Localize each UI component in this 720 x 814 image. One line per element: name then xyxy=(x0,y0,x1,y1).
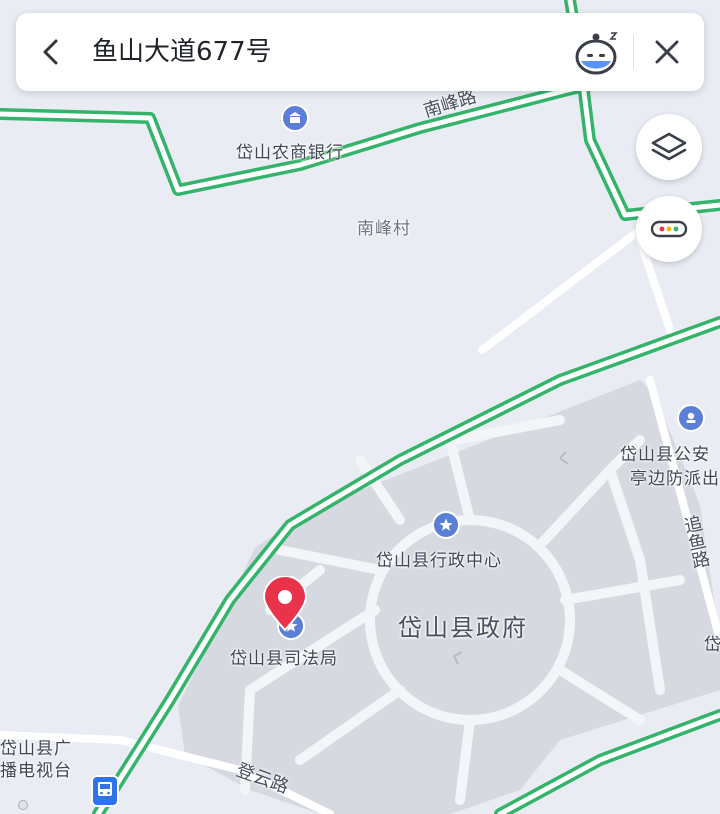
place-label-village[interactable]: 南峰村 xyxy=(357,214,411,239)
voice-assistant-icon[interactable] xyxy=(572,27,620,75)
place-label-police-line1[interactable]: 岱山县公安 xyxy=(620,440,710,465)
close-icon[interactable] xyxy=(652,37,682,67)
location-pin-icon[interactable] xyxy=(262,576,308,632)
place-label-tv-line2[interactable]: 播电视台 xyxy=(0,756,72,781)
place-label-justice-bureau[interactable]: 岱山县司法局 xyxy=(230,644,338,669)
admin-center-star-icon[interactable] xyxy=(432,511,460,539)
place-label-edge-right[interactable]: 岱 xyxy=(704,630,720,655)
place-label-government[interactable]: 岱山县政府 xyxy=(398,608,528,643)
search-bar-divider xyxy=(633,35,634,69)
place-label-bank[interactable]: 岱山农商银行 xyxy=(236,138,344,163)
chevron-left-icon[interactable] xyxy=(36,35,68,69)
bus-stop-icon[interactable] xyxy=(91,775,119,807)
more-dots-icon xyxy=(650,220,688,238)
police-station-icon[interactable] xyxy=(677,404,705,432)
search-query-text[interactable]: 鱼山大道677号 xyxy=(92,13,272,91)
place-label-police-line2[interactable]: 亭边防派出 xyxy=(630,464,720,489)
place-label-admin-center[interactable]: 岱山县行政中心 xyxy=(376,546,502,571)
search-bar: 鱼山大道677号 xyxy=(16,13,704,91)
layers-icon xyxy=(651,132,687,161)
layers-button[interactable] xyxy=(636,114,702,180)
bus-stop-dot xyxy=(18,800,28,810)
map-canvas[interactable] xyxy=(0,0,720,814)
bank-icon[interactable] xyxy=(281,104,309,132)
more-button[interactable] xyxy=(636,196,702,262)
